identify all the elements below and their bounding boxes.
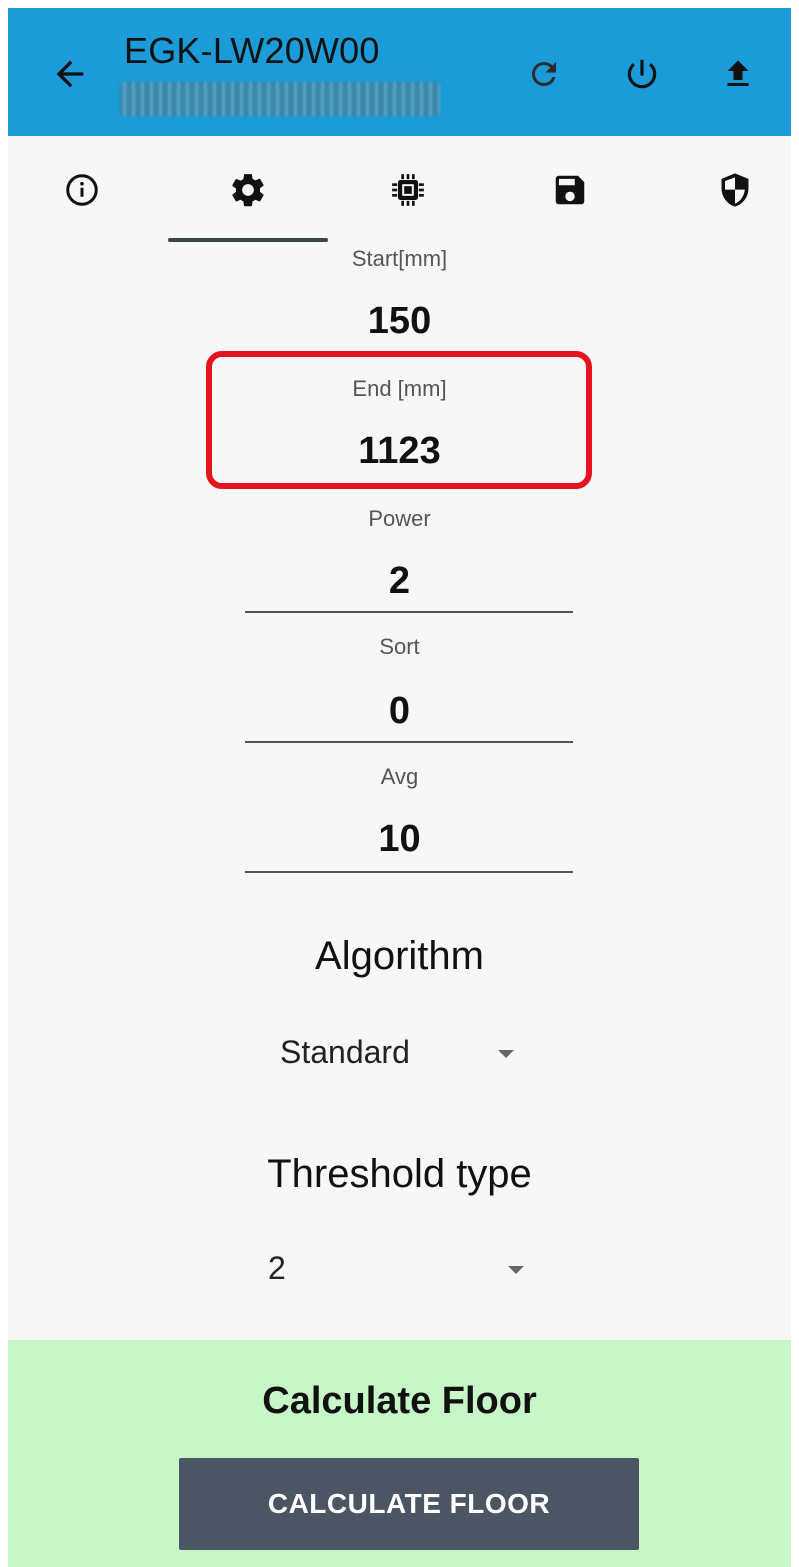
tab-selected-indicator <box>168 238 328 242</box>
start-label: Start[mm] <box>351 246 448 271</box>
refresh-icon[interactable] <box>522 52 566 96</box>
arrow-back-icon[interactable] <box>48 52 92 96</box>
calculate-floor-title: Calculate Floor <box>262 1380 537 1422</box>
threshold-selected-value: 2 <box>268 1250 286 1286</box>
info-icon[interactable] <box>52 160 112 220</box>
shield-icon[interactable] <box>705 160 765 220</box>
app-screen: EGK-LW20W00 Start[mm] 150 End [mm] 1123 … <box>8 8 791 1567</box>
upload-icon[interactable] <box>716 52 760 96</box>
end-label: End [mm] <box>352 376 447 401</box>
power-icon[interactable] <box>620 52 664 96</box>
algorithm-title: Algorithm <box>315 934 484 978</box>
app-bar: EGK-LW20W00 <box>8 8 791 136</box>
gear-icon[interactable] <box>218 160 278 220</box>
calculate-floor-button[interactable]: CALCULATE FLOOR <box>179 1458 639 1550</box>
sort-underline <box>245 741 573 743</box>
save-icon[interactable] <box>540 160 600 220</box>
power-underline <box>245 611 573 613</box>
threshold-select[interactable]: 2 <box>262 1244 542 1294</box>
sort-label: Sort <box>379 634 420 659</box>
end-value[interactable]: 1123 <box>8 430 791 473</box>
device-subtitle-redacted <box>120 82 440 116</box>
chip-icon[interactable] <box>378 160 438 220</box>
start-value[interactable]: 150 <box>8 300 791 343</box>
device-title: EGK-LW20W00 <box>124 30 380 71</box>
threshold-title: Threshold type <box>267 1152 532 1196</box>
calculate-floor-section: Calculate Floor CALCULATE FLOOR <box>8 1340 791 1567</box>
algorithm-select[interactable]: Standard <box>270 1028 532 1078</box>
avg-underline <box>245 871 573 873</box>
tab-bar <box>8 136 791 246</box>
avg-label: Avg <box>380 764 419 789</box>
algorithm-selected-value: Standard <box>280 1034 410 1070</box>
avg-input[interactable]: 10 <box>8 818 791 861</box>
chevron-down-icon <box>508 1266 524 1274</box>
power-label: Power <box>368 506 431 531</box>
chevron-down-icon <box>498 1050 514 1058</box>
power-input[interactable]: 2 <box>8 560 791 603</box>
sort-input[interactable]: 0 <box>8 690 791 733</box>
